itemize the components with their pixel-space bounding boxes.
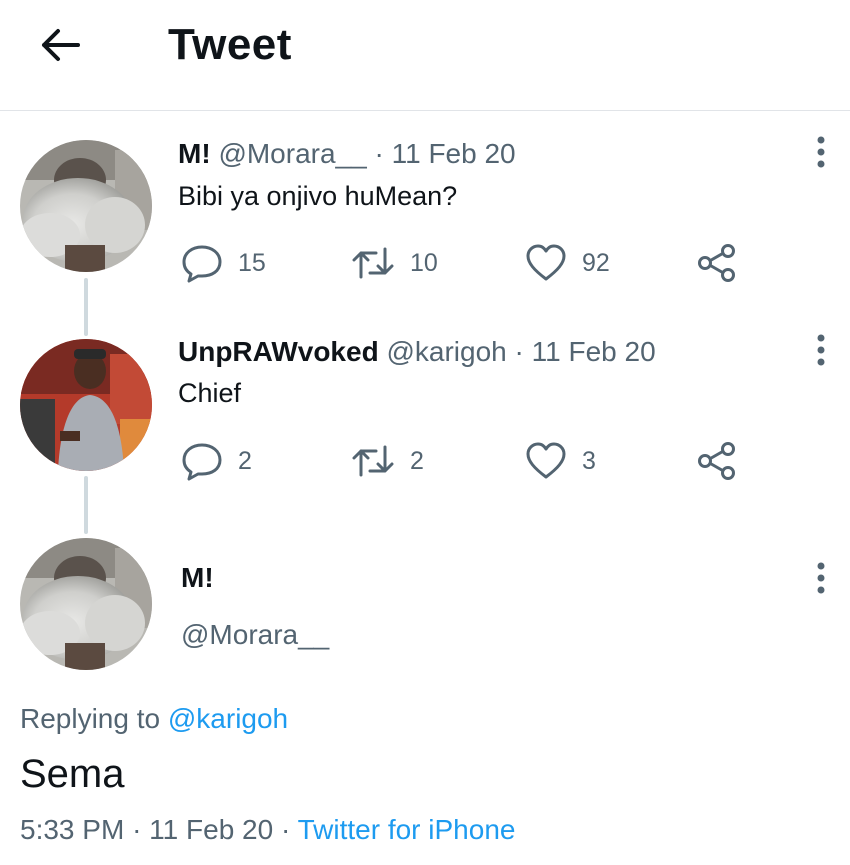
share-button[interactable]	[696, 243, 738, 283]
author-name[interactable]: M!	[178, 138, 211, 169]
share-button[interactable]	[696, 441, 738, 481]
back-button[interactable]	[36, 24, 84, 66]
separator-dot: ·	[280, 814, 291, 845]
retweet-button[interactable]: 2	[350, 441, 424, 481]
retweet-button[interactable]: 10	[350, 243, 438, 283]
author-handle[interactable]: @Morara__	[181, 619, 329, 651]
like-count: 92	[582, 248, 610, 277]
avatar[interactable]	[20, 339, 152, 471]
share-icon	[698, 244, 735, 282]
tweet-time[interactable]: 5:33 PM	[20, 814, 124, 845]
author-name[interactable]: M!	[181, 562, 214, 594]
author-name[interactable]: UnpRAWvoked	[178, 336, 379, 367]
reply-icon	[182, 443, 222, 481]
reply-button[interactable]: 15	[180, 243, 266, 283]
retweet-icon	[352, 247, 394, 279]
separator-dot: ·	[132, 814, 142, 845]
reply-icon	[182, 245, 222, 283]
like-button[interactable]: 3	[524, 441, 596, 481]
like-button[interactable]: 92	[524, 243, 610, 283]
tweet-header: UnpRAWvoked @karigoh · 11 Feb 20	[178, 336, 656, 368]
page-title: Tweet	[168, 20, 292, 69]
tweet-text: Sema	[20, 752, 125, 796]
tweet-date[interactable]: 11 Feb 20	[149, 814, 273, 845]
back-arrow-icon	[42, 29, 80, 61]
like-count: 3	[582, 446, 596, 475]
share-icon	[698, 442, 735, 480]
replying-prefix: Replying to	[20, 703, 161, 734]
more-button[interactable]	[804, 132, 838, 172]
mention-link[interactable]: @karigoh	[168, 703, 288, 734]
avatar[interactable]	[20, 140, 152, 272]
replying-to: Replying to @karigoh	[20, 703, 288, 735]
more-icon	[817, 562, 825, 594]
thread-connector	[84, 476, 88, 534]
tweet-text: Bibi ya onjivo huMean?	[178, 181, 458, 211]
more-button[interactable]	[804, 558, 838, 598]
reply-button[interactable]: 2	[180, 441, 252, 481]
tweet-date[interactable]: 11 Feb 20	[532, 336, 656, 367]
author-handle[interactable]: @karigoh	[386, 336, 506, 367]
reply-count: 2	[238, 446, 252, 475]
separator-dot: ·	[374, 138, 384, 169]
more-icon	[817, 334, 825, 366]
tweet-header: M! @Morara__ · 11 Feb 20	[178, 138, 516, 170]
avatar[interactable]	[20, 538, 152, 670]
like-icon	[526, 244, 566, 281]
retweet-count: 2	[410, 446, 424, 475]
source-link[interactable]: Twitter for iPhone	[298, 814, 516, 845]
retweet-count: 10	[410, 248, 438, 277]
author-handle[interactable]: @Morara__	[218, 138, 366, 169]
tweet-meta: 5:33 PM · 11 Feb 20 · Twitter for iPhone	[20, 814, 515, 846]
retweet-icon	[352, 445, 394, 477]
more-icon	[817, 136, 825, 168]
like-icon	[526, 442, 566, 479]
thread-connector	[84, 278, 88, 336]
more-button[interactable]	[804, 330, 838, 370]
tweet-date[interactable]: 11 Feb 20	[392, 138, 516, 169]
top-bar: Tweet	[0, 0, 850, 111]
reply-count: 15	[238, 248, 266, 277]
tweet-text: Chief	[178, 378, 242, 408]
separator-dot: ·	[514, 336, 524, 367]
